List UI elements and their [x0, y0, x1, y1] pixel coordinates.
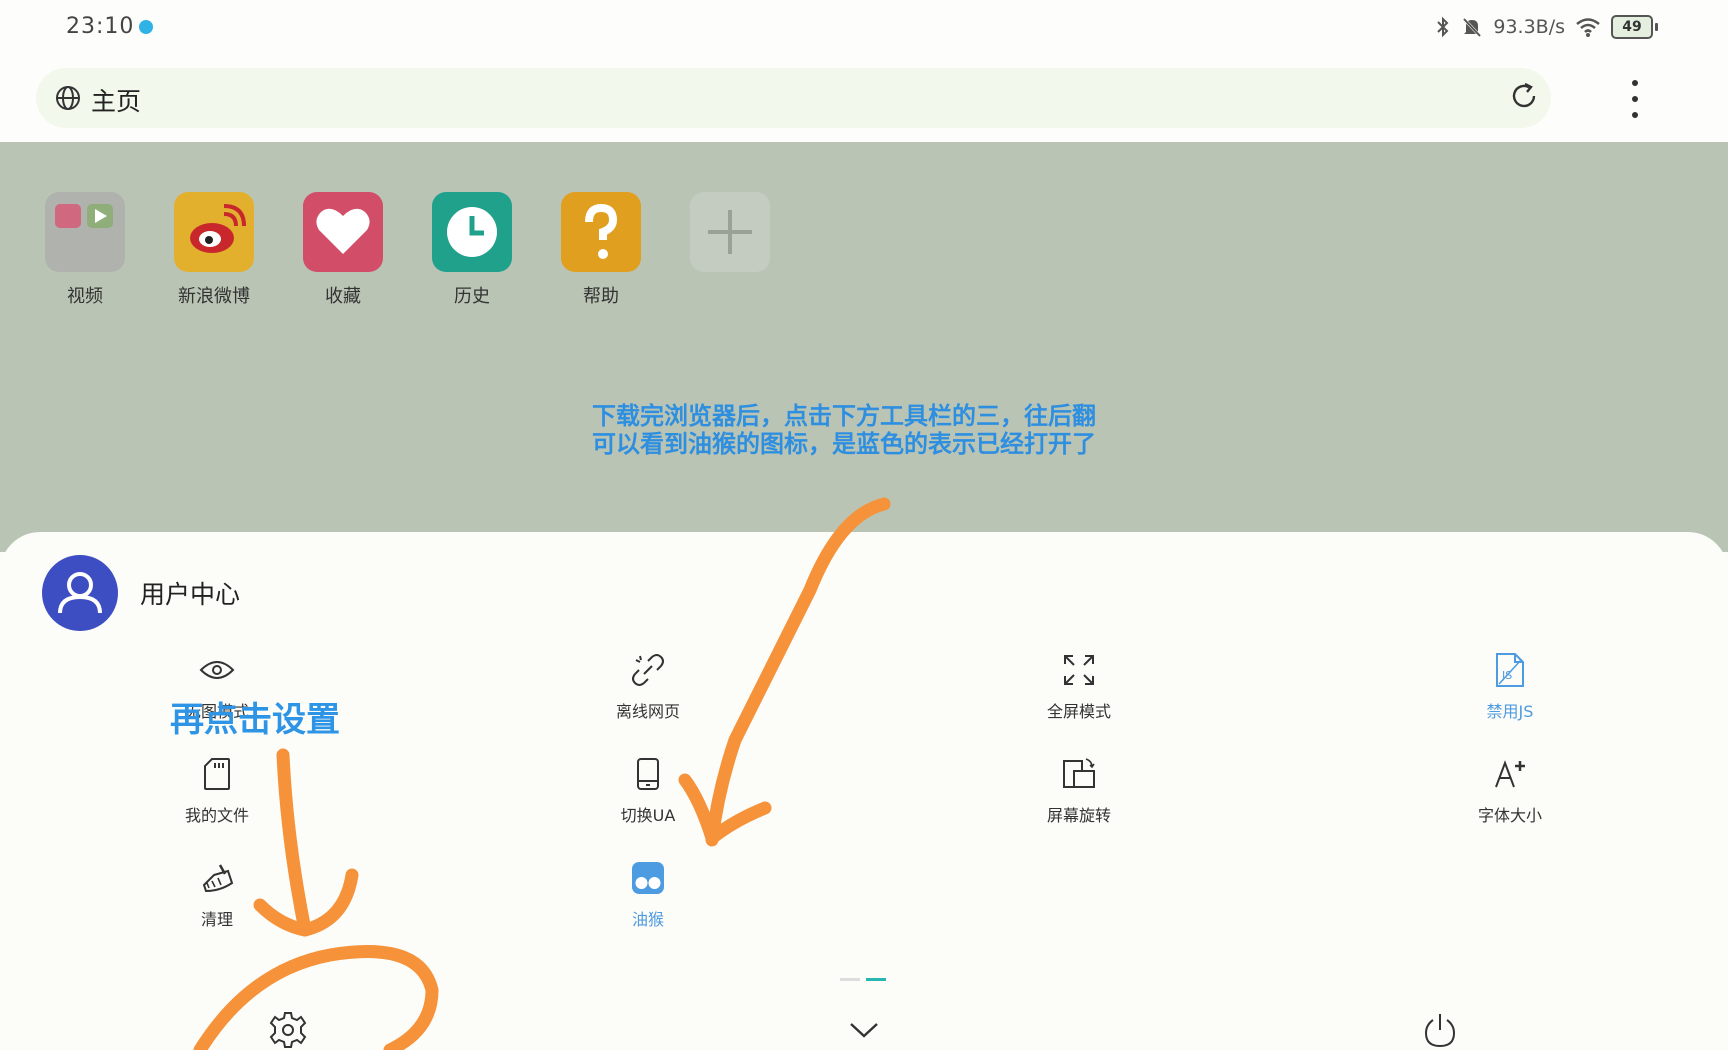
- shortcut-label: 新浪微博: [178, 286, 250, 307]
- menu-label: 切换UA: [620, 806, 676, 825]
- shortcut-video[interactable]: 视频: [20, 192, 150, 308]
- user-avatar-icon[interactable]: [42, 555, 118, 631]
- menu-label: 油猴: [631, 910, 664, 929]
- shortcut-history[interactable]: 历史: [407, 192, 537, 308]
- shortcut-weibo[interactable]: 新浪微博: [149, 192, 279, 308]
- video-folder-icon: [45, 192, 125, 272]
- broom-icon: [202, 864, 234, 893]
- phone-icon: [637, 758, 659, 790]
- wifi-icon: [1576, 18, 1600, 37]
- menu-my-files[interactable]: 我的文件: [117, 754, 317, 826]
- menu-switch-ua[interactable]: 切换UA: [548, 754, 748, 826]
- battery-level: 49: [1611, 15, 1653, 39]
- menu-label: 屏幕旋转: [1046, 806, 1111, 825]
- shortcut-favorites[interactable]: 收藏: [278, 192, 408, 308]
- sd-card-icon: [204, 758, 230, 790]
- status-time: 23:10: [66, 14, 135, 39]
- user-center-link[interactable]: 用户中心: [140, 575, 240, 611]
- collapse-chevron-icon[interactable]: [848, 1010, 880, 1050]
- page-indicator: [840, 978, 886, 981]
- rotate-screen-icon: [1063, 758, 1095, 788]
- menu-clean[interactable]: 清理: [117, 858, 317, 930]
- status-bar: 23:10 93.3B/s 49: [0, 0, 1728, 56]
- heart-icon: [303, 192, 383, 272]
- shortcut-label: 历史: [454, 286, 490, 307]
- shortcut-label: 收藏: [325, 286, 361, 307]
- battery-icon: 49: [1611, 15, 1658, 39]
- notification-dot-icon: [139, 20, 153, 34]
- globe-icon: [56, 86, 80, 110]
- font-size-icon: [1495, 760, 1525, 788]
- handwritten-instruction: 再点击设置: [170, 700, 340, 740]
- tampermonkey-icon: [632, 862, 664, 894]
- weibo-icon: [174, 192, 254, 272]
- fullscreen-icon: [1064, 655, 1094, 685]
- menu-font-size[interactable]: 字体大小: [1410, 754, 1610, 826]
- shortcut-label: 帮助: [583, 286, 619, 307]
- menu-offline-pages[interactable]: 离线网页: [548, 650, 748, 722]
- menu-tampermonkey[interactable]: 油猴: [548, 858, 748, 930]
- address-pill[interactable]: 主页: [36, 68, 1551, 128]
- eye-icon: [199, 661, 235, 679]
- question-icon: [561, 192, 641, 272]
- status-icons: 93.3B/s 49: [1435, 14, 1658, 40]
- reload-icon[interactable]: [1509, 81, 1539, 111]
- shortcut-help[interactable]: 帮助: [536, 192, 666, 308]
- clock-icon: [432, 192, 512, 272]
- address-bar: 主页: [0, 56, 1728, 142]
- menu-fullscreen-mode[interactable]: 全屏模式: [979, 650, 1179, 722]
- settings-icon[interactable]: [268, 1010, 308, 1050]
- power-icon[interactable]: [1422, 1010, 1458, 1050]
- home-page: 视频 新浪微博 收藏 历史 帮助 下载完浏览器后，点击下方工具栏的三，往后翻 可…: [0, 142, 1728, 552]
- offline-link-icon: [632, 654, 664, 686]
- bluetooth-icon: [1437, 16, 1449, 38]
- shortcut-label: 视频: [67, 286, 103, 307]
- menu-disable-js[interactable]: JS 禁用JS: [1410, 650, 1610, 722]
- js-file-icon: JS: [1496, 653, 1524, 687]
- plus-icon: [690, 192, 770, 272]
- menu-label: 离线网页: [615, 702, 680, 721]
- tutorial-annotation: 下载完浏览器后，点击下方工具栏的三，往后翻 可以看到油猴的图标，是蓝色的表示已经…: [592, 402, 1096, 458]
- menu-label: 字体大小: [1477, 806, 1542, 825]
- shortcut-add[interactable]: [665, 192, 795, 282]
- mute-icon: [1463, 17, 1482, 38]
- menu-label: 我的文件: [184, 806, 249, 825]
- menu-label: 禁用JS: [1486, 702, 1534, 721]
- network-speed: 93.3B/s: [1493, 16, 1565, 38]
- more-icon[interactable]: [1618, 80, 1652, 118]
- menu-label: 清理: [200, 910, 233, 929]
- menu-label: 全屏模式: [1046, 702, 1111, 721]
- page-title[interactable]: 主页: [91, 82, 141, 118]
- menu-sheet: 用户中心 无图模式 离线网页 全屏模式 JS 禁用JS 我的文件 切换UA 屏幕…: [0, 532, 1728, 1050]
- menu-screen-rotation[interactable]: 屏幕旋转: [979, 754, 1179, 826]
